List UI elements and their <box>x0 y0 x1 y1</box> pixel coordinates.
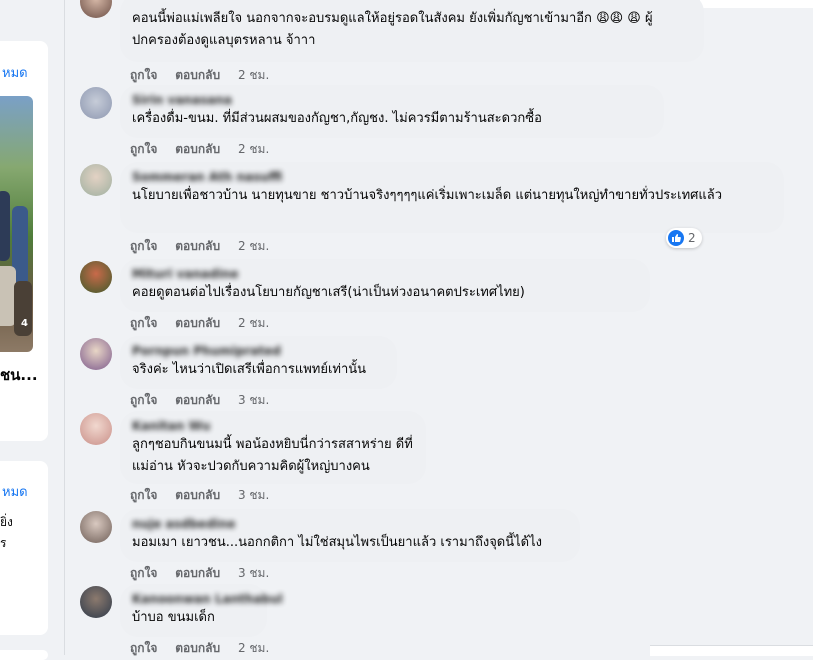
reply-button[interactable]: ตอบกลับ <box>175 488 220 502</box>
avatar[interactable] <box>80 586 112 618</box>
card-title[interactable]: ชน... <box>0 363 38 387</box>
comment-timestamp[interactable]: 3 ชม. <box>238 393 269 407</box>
comment-bubble: Sommeran Ath nasuffi นโยบายเพื่อชาวบ้าน … <box>120 162 784 233</box>
reaction-count[interactable]: 2 <box>666 228 702 248</box>
see-all-link-2[interactable]: หมด <box>2 481 28 502</box>
avatar[interactable] <box>80 338 112 370</box>
card-snippet: ยิ่ง <box>0 515 13 529</box>
comment-bubble: Kanoonwan Lanthabul บ้าบอ ขนมเด็ก <box>120 584 283 637</box>
card-bottom <box>0 650 48 660</box>
comment-text: จริงค่ะ ไหนว่าเปิดเสรีเพื่อการแพทย์เท่าน… <box>132 362 367 377</box>
comment-bubble: nuje asdbedine มอมเมา เยาวชน...นอกกติกา … <box>120 509 580 562</box>
avatar[interactable] <box>80 261 112 293</box>
reply-button[interactable]: ตอบกลับ <box>175 68 220 82</box>
comment-author[interactable]: nuje asdbedine <box>132 516 568 532</box>
comment-timestamp[interactable]: 2 ชม. <box>238 239 269 253</box>
comment-author[interactable]: Kanoonwan Lanthabul <box>132 591 283 607</box>
photo-count-badge: 4 <box>21 318 28 329</box>
media-card: หมด 4 ชน... <box>0 41 48 441</box>
like-button[interactable]: ถูกใจ <box>130 239 157 253</box>
avatar[interactable] <box>80 164 112 196</box>
thumbs-up-icon <box>668 230 684 246</box>
comment-bubble: Kanitan Wu ลูกๆชอบกินขนมนี้ พอน้องหยิบนี… <box>120 411 426 484</box>
like-button[interactable]: ถูกใจ <box>130 566 157 580</box>
column-divider <box>64 0 65 655</box>
avatar[interactable] <box>80 511 112 543</box>
comment-author[interactable]: Kanitan Wu <box>132 418 414 434</box>
comment-text: ลูกๆชอบกินขนมนี้ พอน้องหยิบนี่กว่ารสสาหร… <box>132 437 413 474</box>
see-all-link[interactable]: หมด <box>2 62 28 83</box>
comment-timestamp[interactable]: 2 ชม. <box>238 641 269 655</box>
comment-author[interactable]: Sommeran Ath nasuffi <box>132 169 772 185</box>
comment-text: คอยดูตอนต่อไปเรื่องนโยบายกัญชาเสรี(น่าเป… <box>132 285 525 300</box>
comment-timestamp[interactable]: 3 ชม. <box>238 566 269 580</box>
comment-actions: ถูกใจ ตอบกลับ 2 ชม. <box>130 66 283 85</box>
info-card: หมด ยิ่ง ร <box>0 461 48 635</box>
comment-text: บ้าบอ ขนมเด็ก <box>132 610 215 625</box>
avatar[interactable] <box>80 413 112 445</box>
comment-timestamp[interactable]: 2 ชม. <box>238 142 269 156</box>
reply-button[interactable]: ตอบกลับ <box>175 239 220 253</box>
reply-button[interactable]: ตอบกลับ <box>175 142 220 156</box>
comment-timestamp[interactable]: 3 ชม. <box>238 488 269 502</box>
comment-bubble: Mituri vanadine คอยดูตอนต่อไปเรื่องนโยบา… <box>120 259 650 312</box>
comment-bubble: Pornpun Phumiprated จริงค่ะ ไหนว่าเปิดเส… <box>120 336 397 389</box>
post-thumbnail[interactable]: 4 <box>0 96 33 352</box>
comment-actions: ถูกใจ ตอบกลับ 2 ชม. <box>130 140 283 159</box>
comment-text: มอมเมา เยาวชน...นอกกติกา ไม่ใช่สมุนไพรเป… <box>132 535 543 550</box>
comment-bubble: Sirin vanasana เครื่องดื่ม-ขนม. ที่มีส่ว… <box>120 85 664 138</box>
reaction-number: 2 <box>688 231 696 245</box>
comment-text: นโยบายเพื่อชาวบ้าน นายทุนขาย ชาวบ้านจริง… <box>132 188 723 203</box>
comment-actions: ถูกใจ ตอบกลับ 3 ชม. <box>130 486 283 505</box>
comment-actions: ถูกใจ ตอบกลับ 2 ชม. <box>130 237 283 256</box>
like-button[interactable]: ถูกใจ <box>130 316 157 330</box>
reply-button[interactable]: ตอบกลับ <box>175 393 220 407</box>
comment-author[interactable]: Mituri vanadine <box>132 266 638 282</box>
avatar[interactable] <box>80 87 112 119</box>
comment-list: คอนนี้พ่อแม่เพลียใจ นอกจากจะอบรมดูแลให้อ… <box>80 0 813 655</box>
comment-timestamp[interactable]: 2 ชม. <box>238 68 269 82</box>
reply-button[interactable]: ตอบกลับ <box>175 566 220 580</box>
comment-actions: ถูกใจ ตอบกลับ 2 ชม. <box>130 639 283 658</box>
like-button[interactable]: ถูกใจ <box>130 68 157 82</box>
chat-panel-edge <box>650 645 813 656</box>
card-snippet: ร <box>0 536 7 550</box>
comment-actions: ถูกใจ ตอบกลับ 3 ชม. <box>130 564 283 583</box>
avatar[interactable] <box>80 0 112 18</box>
like-button[interactable]: ถูกใจ <box>130 142 157 156</box>
like-button[interactable]: ถูกใจ <box>130 641 157 655</box>
left-sidebar: หมด 4 ชน... หมด ยิ่ง ร <box>0 0 50 660</box>
comment-author[interactable]: Sirin vanasana <box>132 92 652 108</box>
comment-actions: ถูกใจ ตอบกลับ 2 ชม. <box>130 314 283 333</box>
reply-button[interactable]: ตอบกลับ <box>175 316 220 330</box>
comment-text: เครื่องดื่ม-ขนม. ที่มีส่วนผสมของกัญชา,กั… <box>132 111 542 126</box>
comment-text: คอนนี้พ่อแม่เพลียใจ นอกจากจะอบรมดูแลให้อ… <box>132 11 653 48</box>
like-button[interactable]: ถูกใจ <box>130 393 157 407</box>
comment-actions: ถูกใจ ตอบกลับ 3 ชม. <box>130 391 283 410</box>
comment-bubble: คอนนี้พ่อแม่เพลียใจ นอกจากจะอบรมดูแลให้อ… <box>120 0 704 62</box>
comment-timestamp[interactable]: 2 ชม. <box>238 316 269 330</box>
comment-author[interactable]: Pornpun Phumiprated <box>132 343 385 359</box>
reply-button[interactable]: ตอบกลับ <box>175 641 220 655</box>
like-button[interactable]: ถูกใจ <box>130 488 157 502</box>
